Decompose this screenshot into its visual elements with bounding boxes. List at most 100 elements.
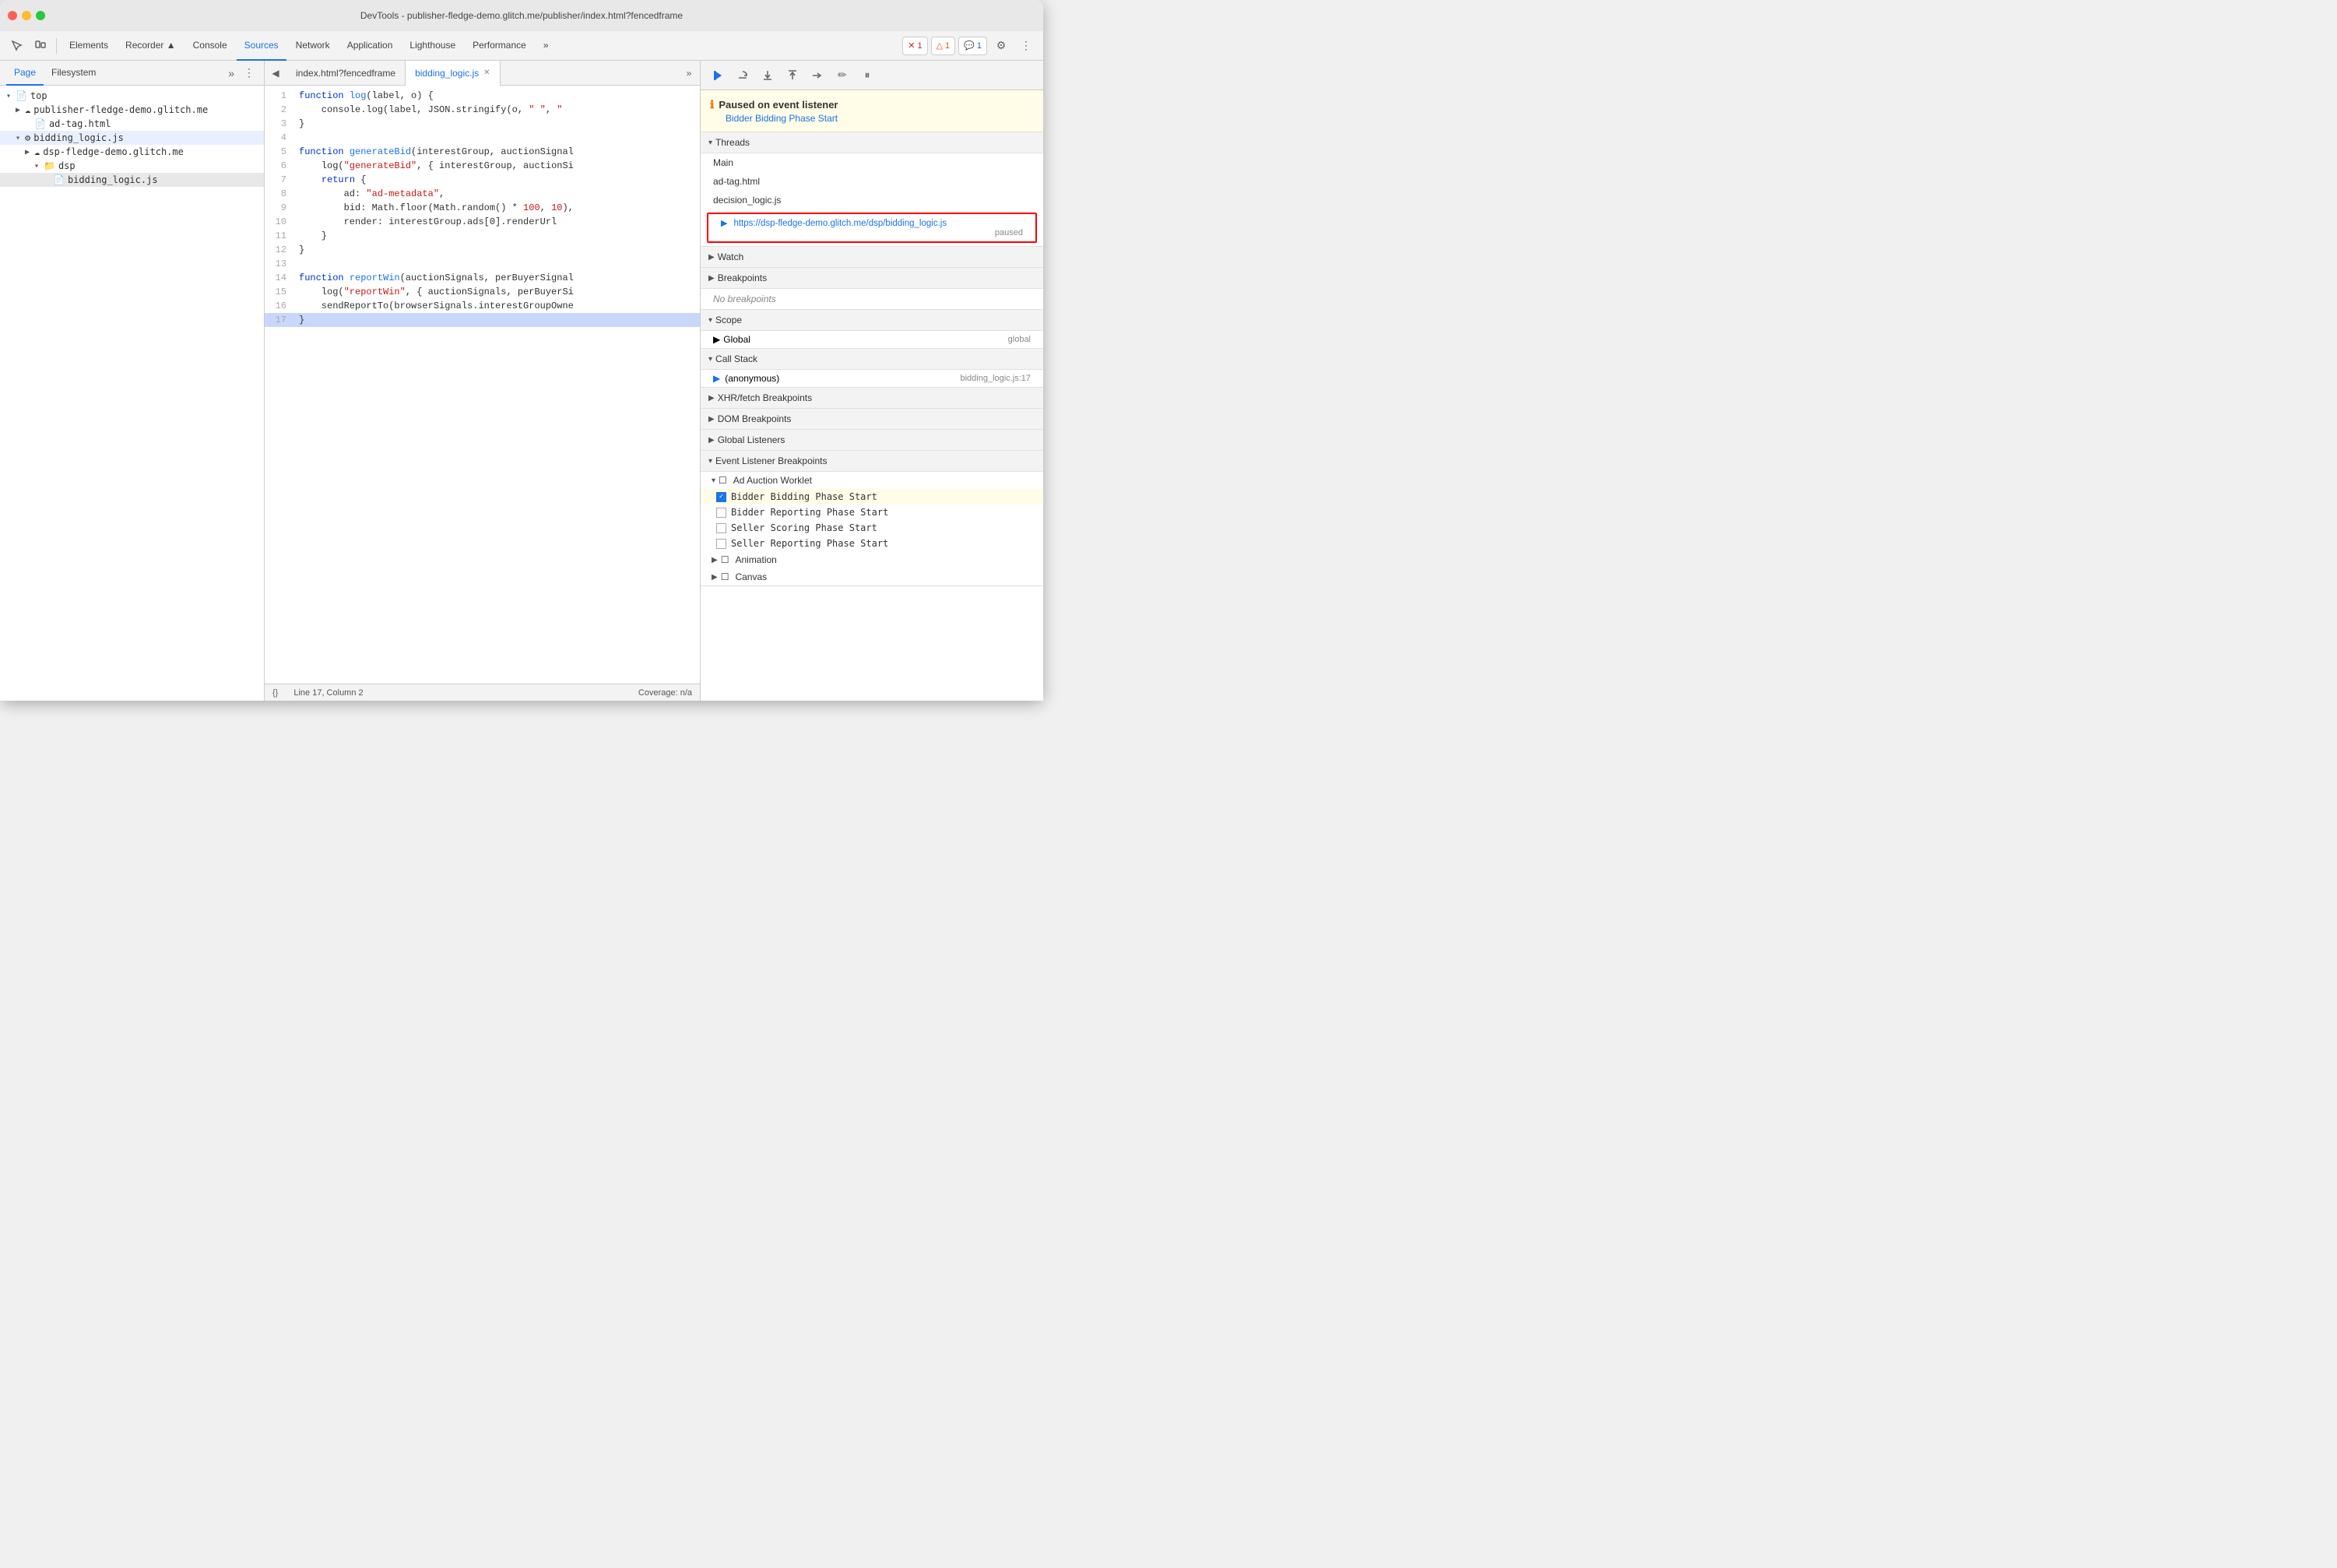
file-tree: ▾ 📄 top ▶ ☁ publisher-fledge-demo.glitch… (0, 86, 264, 701)
event-bidder-bidding-start[interactable]: ✓ Bidder Bidding Phase Start (701, 489, 1043, 505)
editor-tabs: ◀ index.html?fencedframe bidding_logic.j… (265, 61, 700, 86)
breakpoints-section-content: No breakpoints (701, 289, 1043, 310)
paused-title: ℹ Paused on event listener (710, 98, 1034, 111)
tab-filesystem[interactable]: Filesystem (44, 61, 104, 86)
event-listener-breakpoints-content: ▾ ☐ Ad Auction Worklet ✓ Bidder Bidding … (701, 472, 1043, 586)
panel-tabs-more[interactable]: » (225, 67, 237, 79)
devtools-toolbar: Elements Recorder ▲ Console Sources Netw… (0, 31, 1043, 61)
tab-page[interactable]: Page (6, 61, 44, 86)
format-icon[interactable]: {} (272, 688, 278, 698)
breakpoints-section-header[interactable]: ▶ Breakpoints (701, 268, 1043, 289)
code-line-14: 14 function reportWin(auctionSignals, pe… (265, 271, 700, 285)
editor-nav-back[interactable]: ◀ (265, 61, 286, 86)
tab-performance[interactable]: Performance (465, 31, 534, 61)
canvas-group-header[interactable]: ▶ ☐ Canvas (701, 568, 1043, 585)
window-title: DevTools - publisher-fledge-demo.glitch.… (360, 10, 683, 21)
tab-sources[interactable]: Sources (237, 31, 286, 61)
xhr-breakpoints-header[interactable]: ▶ XHR/fetch Breakpoints (701, 388, 1043, 409)
code-line-8: 8 ad: "ad-metadata", (265, 187, 700, 201)
minimize-button[interactable] (22, 11, 31, 20)
checkbox-seller-reporting-icon[interactable] (716, 539, 726, 549)
step-into-button[interactable] (757, 65, 778, 86)
code-editor-panel: ◀ index.html?fencedframe bidding_logic.j… (265, 61, 701, 701)
thread-decision[interactable]: decision_logic.js (701, 191, 1043, 209)
tab-more[interactable]: » (536, 31, 557, 61)
code-editor[interactable]: 1 function log(label, o) { 2 console.log… (265, 86, 700, 684)
tab-application[interactable]: Application (339, 31, 401, 61)
close-tab-icon[interactable]: ✕ (483, 69, 490, 77)
device-toolbar-icon[interactable] (30, 35, 51, 57)
code-line-16: 16 sendReportTo(browserSignals.interestG… (265, 299, 700, 313)
tree-item-publisher-domain[interactable]: ▶ ☁ publisher-fledge-demo.glitch.me (0, 103, 264, 117)
debug-toolbar: ✏ ⏸ (701, 61, 1043, 90)
thread-adtag[interactable]: ad-tag.html (701, 172, 1043, 191)
editor-coverage: Coverage: n/a (638, 688, 692, 698)
settings-icon[interactable]: ⚙ (990, 35, 1012, 57)
pause-on-exceptions-icon[interactable]: ⏸ (856, 65, 878, 86)
title-bar: DevTools - publisher-fledge-demo.glitch.… (0, 0, 1043, 31)
editor-tab-index[interactable]: index.html?fencedframe (286, 61, 406, 86)
code-line-1: 1 function log(label, o) { (265, 89, 700, 103)
ad-auction-worklet-header[interactable]: ▾ ☐ Ad Auction Worklet (701, 472, 1043, 489)
edit-breakpoints-icon[interactable]: ✏ (831, 65, 853, 86)
tree-item-bidding-file[interactable]: 📄 bidding_logic.js (0, 173, 264, 187)
warn-count: 1 (945, 41, 950, 51)
error-badge[interactable]: ✕ 1 (902, 37, 927, 55)
more-options-icon[interactable]: ⋮ (1015, 35, 1037, 57)
traffic-lights (8, 11, 45, 20)
animation-group-header[interactable]: ▶ ☐ Animation (701, 551, 1043, 568)
tree-item-top[interactable]: ▾ 📄 top (0, 89, 264, 103)
checkbox-bidder-reporting-icon[interactable] (716, 508, 726, 518)
thread-bidding-url[interactable]: ▶ https://dsp-fledge-demo.glitch.me/dsp/… (707, 213, 1037, 243)
tab-lighthouse[interactable]: Lighthouse (402, 31, 463, 61)
threads-section-content: Main ad-tag.html decision_logic.js ▶ htt… (701, 153, 1043, 247)
event-listener-breakpoints-header[interactable]: ▾ Event Listener Breakpoints (701, 451, 1043, 472)
editor-tab-bidding[interactable]: bidding_logic.js ✕ (406, 61, 500, 86)
tree-item-dsp-domain[interactable]: ▶ ☁ dsp-fledge-demo.glitch.me (0, 145, 264, 159)
threads-section-header[interactable]: ▾ Threads (701, 132, 1043, 153)
dom-breakpoints-header[interactable]: ▶ DOM Breakpoints (701, 409, 1043, 430)
tree-item-adtag[interactable]: 📄 ad-tag.html (0, 117, 264, 131)
scope-section-header[interactable]: ▾ Scope (701, 310, 1043, 331)
panel-tabs: Page Filesystem » ⋮ (0, 61, 264, 86)
tab-recorder[interactable]: Recorder ▲ (118, 31, 184, 61)
event-bidder-reporting-start[interactable]: Bidder Reporting Phase Start (701, 505, 1043, 520)
callstack-section-header[interactable]: ▾ Call Stack (701, 349, 1043, 370)
info-badge[interactable]: 💬 1 (958, 37, 987, 55)
code-line-4: 4 (265, 131, 700, 145)
checkbox-bidder-bidding-icon[interactable]: ✓ (716, 492, 726, 502)
scope-global[interactable]: ▶ Global global (701, 331, 1043, 348)
paused-banner: ℹ Paused on event listener Bidder Biddin… (701, 90, 1043, 132)
code-line-6: 6 log("generateBid", { interestGroup, au… (265, 159, 700, 173)
event-seller-reporting-start[interactable]: Seller Reporting Phase Start (701, 536, 1043, 551)
resume-button[interactable] (707, 65, 729, 86)
tab-network[interactable]: Network (288, 31, 338, 61)
step-button[interactable] (807, 65, 828, 86)
code-line-9: 9 bid: Math.floor(Math.random() * 100, 1… (265, 201, 700, 215)
warn-badge[interactable]: △ 1 (931, 37, 956, 55)
checkbox-seller-scoring-icon[interactable] (716, 523, 726, 533)
maximize-button[interactable] (36, 11, 45, 20)
code-line-11: 11 } (265, 229, 700, 243)
paused-subtitle: Bidder Bidding Phase Start (710, 113, 1034, 124)
tab-elements[interactable]: Elements (62, 31, 116, 61)
tree-item-bidding-worklet[interactable]: ▾ ⚙ bidding_logic.js (0, 131, 264, 145)
callstack-anonymous[interactable]: ▶ (anonymous) bidding_logic.js:17 (701, 370, 1043, 387)
thread-main[interactable]: Main (701, 153, 1043, 172)
select-element-icon[interactable] (6, 35, 28, 57)
code-line-7: 7 return { (265, 173, 700, 187)
close-button[interactable] (8, 11, 17, 20)
global-listeners-header[interactable]: ▶ Global Listeners (701, 430, 1043, 451)
editor-tab-more[interactable]: » (678, 61, 700, 86)
event-seller-scoring-start[interactable]: Seller Scoring Phase Start (701, 520, 1043, 536)
step-out-button[interactable] (782, 65, 803, 86)
toolbar-separator (56, 38, 57, 54)
tree-item-dsp-folder[interactable]: ▾ 📁 dsp (0, 159, 264, 173)
code-line-10: 10 render: interestGroup.ads[0].renderUr… (265, 215, 700, 229)
code-line-13: 13 (265, 257, 700, 271)
watch-section-header[interactable]: ▶ Watch (701, 247, 1043, 268)
left-panel: Page Filesystem » ⋮ ▾ 📄 top ▶ ☁ publishe… (0, 61, 265, 701)
panel-tabs-kebab[interactable]: ⋮ (241, 66, 258, 79)
step-over-button[interactable] (732, 65, 754, 86)
tab-console[interactable]: Console (185, 31, 235, 61)
